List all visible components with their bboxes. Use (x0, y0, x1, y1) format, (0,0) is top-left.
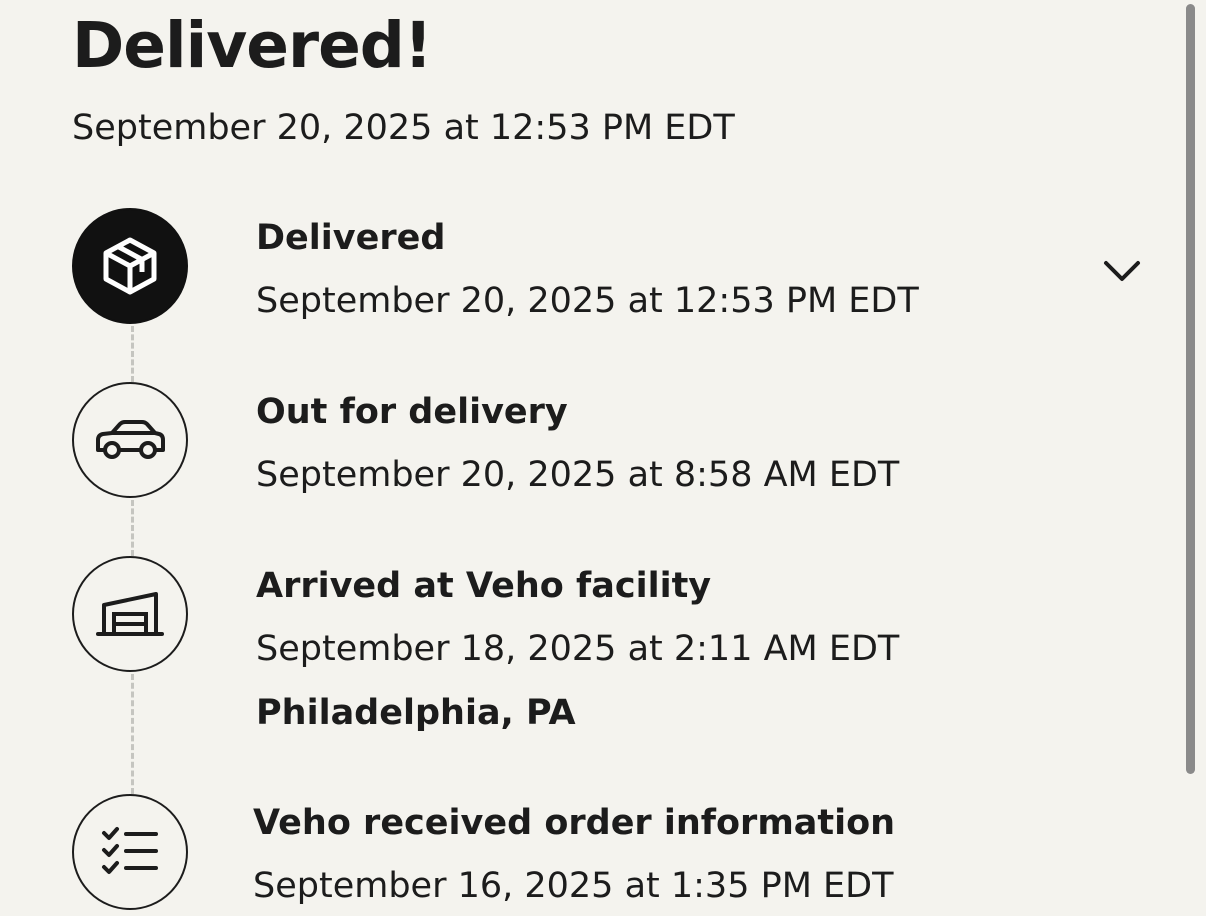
timeline-connector (131, 500, 134, 556)
event-date: September 20, 2025 at 8:58 AM EDT (256, 455, 900, 495)
event-date: September 16, 2025 at 1:35 PM EDT (253, 866, 894, 906)
checklist-icon (102, 827, 158, 874)
event-title: Delivered (256, 218, 446, 258)
package-icon (103, 237, 157, 295)
car-icon (96, 420, 165, 459)
event-title: Arrived at Veho facility (256, 566, 712, 606)
event-icon-container (72, 794, 188, 910)
event-icon-container (72, 556, 188, 672)
delivery-timestamp: September 20, 2025 at 12:53 PM EDT (72, 108, 735, 148)
event-title: Veho received order information (253, 803, 896, 843)
timeline-connector (131, 674, 134, 794)
chevron-down-icon (1104, 261, 1140, 281)
event-date: September 20, 2025 at 12:53 PM EDT (256, 281, 919, 321)
event-icon-container (72, 382, 188, 498)
expand-details-button[interactable] (1098, 250, 1146, 292)
timeline-connector (131, 326, 134, 382)
scrollbar-thumb[interactable] (1186, 4, 1195, 774)
page-title: Delivered! (72, 9, 433, 82)
event-location: Philadelphia, PA (256, 693, 576, 733)
event-icon-container (72, 208, 188, 324)
event-title: Out for delivery (256, 392, 568, 432)
warehouse-icon (96, 592, 164, 636)
vertical-scrollbar[interactable] (1184, 0, 1198, 916)
event-date: September 18, 2025 at 2:11 AM EDT (256, 629, 900, 669)
